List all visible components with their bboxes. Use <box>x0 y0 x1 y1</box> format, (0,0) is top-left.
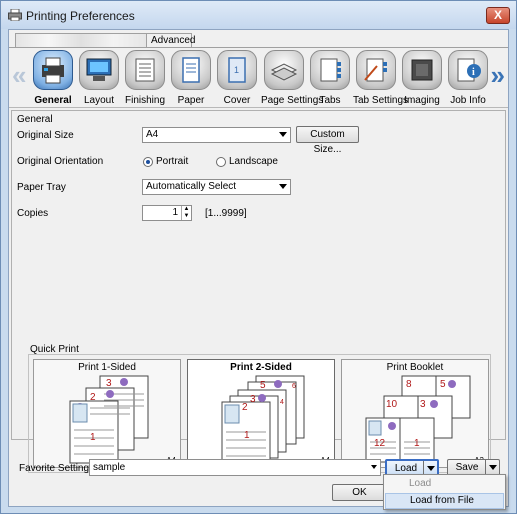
category-page-settings[interactable]: Page Settings <box>261 50 324 106</box>
scroll-left-arrow-icon[interactable]: « <box>12 62 26 88</box>
title-bar: Printing Preferences X <box>1 1 516 29</box>
job-info-icon: i <box>448 50 488 90</box>
page-number: 8 <box>406 379 412 390</box>
category-layout[interactable]: Layout <box>76 50 122 106</box>
category-label: Tab Settings <box>353 95 409 106</box>
decrement-icon[interactable]: ▼ <box>181 213 191 220</box>
save-dropdown-arrow-icon[interactable] <box>485 460 499 475</box>
card-title: Print 1-Sided <box>78 362 136 373</box>
page-number: 3 <box>420 399 426 410</box>
copies-stepper[interactable]: 1 ▲ ▼ <box>142 205 192 221</box>
card-title: Print Booklet <box>386 362 444 373</box>
landscape-radio[interactable] <box>216 157 226 167</box>
copies-range: [1...9999] <box>205 208 247 219</box>
page-number: 3 <box>250 394 256 405</box>
booklet-pages-illustration: 8 5 10 3 12 1 <box>365 375 471 463</box>
portrait-label: Portrait <box>156 156 189 167</box>
printer-icon <box>8 9 22 21</box>
svg-text:1: 1 <box>234 65 239 75</box>
finishing-icon <box>125 50 165 90</box>
landscape-label: Landscape <box>229 156 278 167</box>
dialog-client: Advanced « General Layout Finishing Pape… <box>8 29 509 507</box>
tab-settings-icon <box>356 50 396 90</box>
svg-text:i: i <box>472 67 475 78</box>
category-label: Finishing <box>124 95 166 106</box>
general-panel: General Original Size A4 Custom Size... … <box>11 110 506 473</box>
category-imaging[interactable]: Imaging <box>399 50 445 106</box>
page-number: 2 <box>242 402 248 413</box>
category-label: Tabs <box>319 95 341 106</box>
category-cover[interactable]: 1 Cover <box>214 50 260 106</box>
category-icon-bar: « General Layout Finishing Paper 1 Cover… <box>9 47 508 108</box>
tabs-icon <box>310 50 350 90</box>
menu-item-load[interactable]: Load <box>385 476 504 492</box>
one-sided-pages-illustration: 32 1 <box>69 375 149 464</box>
load-dropdown-arrow-icon[interactable] <box>423 461 437 474</box>
page-number: 6 <box>292 383 296 390</box>
page-settings-icon <box>264 50 304 90</box>
chevron-down-icon <box>371 465 377 469</box>
quick-print-1-sided[interactable]: Print 1-Sided 321 A4 <box>33 359 181 468</box>
save-button[interactable]: Save <box>448 460 486 475</box>
quick-print-2-sided[interactable]: Print 2-Sided 563421 A4 <box>187 359 335 468</box>
close-button[interactable]: X <box>486 7 510 24</box>
copies-label: Copies <box>17 208 49 219</box>
two-sided-pages-illustration: 5 6 3 4 2 1 <box>221 375 305 463</box>
increment-icon[interactable]: ▲ <box>181 206 191 213</box>
printing-preferences-window: Printing Preferences X Advanced « Genera… <box>0 0 517 514</box>
category-tabs[interactable]: Tabs <box>307 50 353 106</box>
category-tab-settings[interactable]: Tab Settings <box>353 50 409 106</box>
orientation-label: Original Orientation <box>17 156 104 167</box>
window-title: Printing Preferences <box>26 9 135 23</box>
chevron-down-icon <box>279 184 287 189</box>
menu-item-load-from-file[interactable]: Load from File <box>385 493 504 509</box>
category-label: Job Info <box>450 95 486 106</box>
card-title: Print 2-Sided <box>230 362 292 373</box>
page-number: 3 <box>106 378 112 389</box>
paper-tray-select[interactable]: Automatically Select <box>142 179 291 195</box>
load-dropdown-menu: Load Load from File <box>383 474 506 510</box>
scroll-right-arrow-icon[interactable]: » <box>491 62 505 88</box>
page-number: 12 <box>374 438 386 449</box>
page-number: 2 <box>90 392 96 403</box>
category-label: General <box>34 95 72 106</box>
layout-icon <box>79 50 119 90</box>
category-general[interactable]: General <box>30 50 76 106</box>
category-label: Page Settings <box>261 95 324 106</box>
load-button[interactable]: Load <box>387 461 425 474</box>
page-number: 1 <box>414 438 420 449</box>
custom-size-button[interactable]: Custom Size... <box>296 126 359 155</box>
page-number: 4 <box>280 399 284 406</box>
page-number: 5 <box>260 380 266 391</box>
category-job-info[interactable]: i Job Info <box>445 50 491 106</box>
cover-icon: 1 <box>217 50 257 90</box>
paper-icon <box>171 50 211 90</box>
favorite-setting-select[interactable]: sample <box>89 459 381 476</box>
quick-print-booklet[interactable]: Print Booklet 85103121 A3 <box>341 359 489 468</box>
page-number: 10 <box>386 399 398 410</box>
ok-button[interactable]: OK <box>332 484 387 501</box>
category-finishing[interactable]: Finishing <box>122 50 168 106</box>
general-icon <box>33 50 73 90</box>
original-size-select[interactable]: A4 <box>142 127 291 143</box>
favorite-setting-label: Favorite Setting <box>19 463 90 474</box>
chevron-down-icon <box>279 132 287 137</box>
paper-tray-label: Paper Tray <box>17 182 66 193</box>
page-number: 1 <box>90 432 96 443</box>
imaging-icon <box>402 50 442 90</box>
portrait-radio[interactable] <box>143 157 153 167</box>
page-number: 5 <box>440 379 446 390</box>
category-paper[interactable]: Paper <box>168 50 214 106</box>
section-title: General <box>17 114 53 125</box>
category-label: Cover <box>223 95 251 106</box>
category-label: Paper <box>177 95 205 106</box>
category-label: Imaging <box>404 95 440 106</box>
original-size-label: Original Size <box>17 130 74 141</box>
page-number: 1 <box>244 430 250 441</box>
category-label: Layout <box>83 95 115 106</box>
